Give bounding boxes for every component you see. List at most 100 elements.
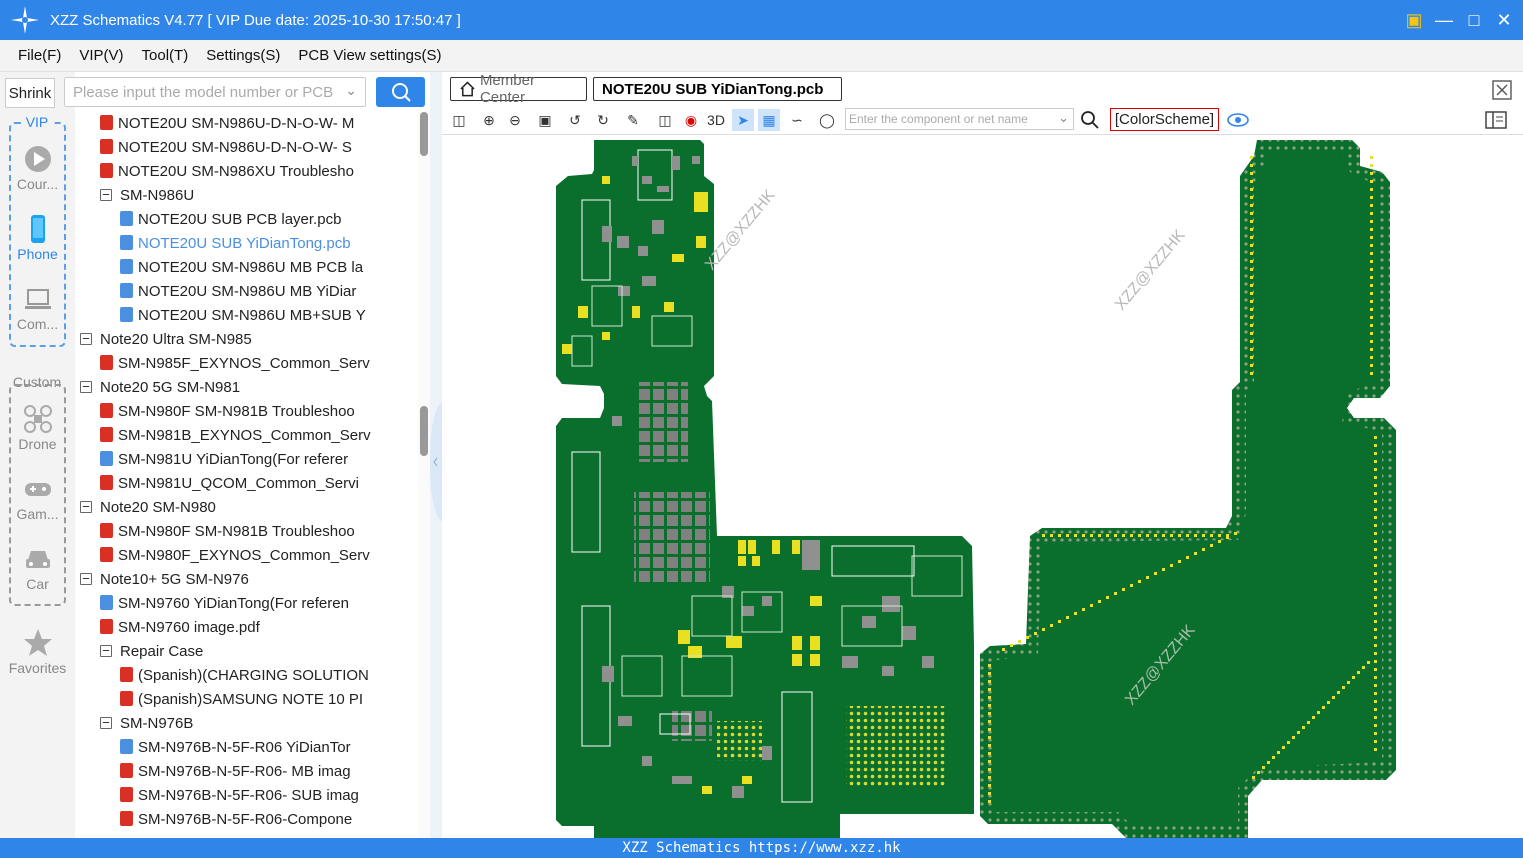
panel-layout-icon[interactable]: ◫ xyxy=(448,109,470,131)
shrink-button[interactable]: Shrink xyxy=(5,78,55,108)
tree-folder[interactable]: Note10+ 5G SM-N976 xyxy=(80,568,418,592)
tree-file-item[interactable]: SM-N981U YiDianTong(For referer xyxy=(100,448,418,472)
pcb-file-icon xyxy=(120,283,133,298)
tree-folder[interactable]: Repair Case xyxy=(100,640,418,664)
tree-file-item[interactable]: SM-N976B-N-5F-R06-Compone xyxy=(120,808,418,832)
pcb-edge-via xyxy=(1370,196,1373,199)
pin-arrow-icon[interactable]: ➤ xyxy=(732,109,754,131)
model-search-input[interactable] xyxy=(65,78,335,106)
nav-games[interactable]: Gam... xyxy=(0,474,75,522)
tab-pcb-file[interactable]: NOTE20U SUB YiDianTong.pcb xyxy=(593,77,842,101)
close-tab-icon[interactable] xyxy=(1492,80,1512,100)
fit-view-icon[interactable]: ▣ xyxy=(534,109,556,131)
zoom-out-icon[interactable]: ⊖ xyxy=(504,109,526,131)
chevron-down-icon[interactable]: ⌄ xyxy=(345,82,357,99)
tree-file-item[interactable]: NOTE20U SM-N986U-D-N-O-W- S xyxy=(100,136,418,160)
tree-file-item[interactable]: SM-N980F SM-N981B Troubleshoo xyxy=(100,400,418,424)
tree-file-item[interactable]: NOTE20U SUB YiDianTong.pcb xyxy=(120,232,418,256)
eye-icon[interactable] xyxy=(1227,111,1249,129)
search-button[interactable] xyxy=(376,77,425,107)
paint-brush-icon[interactable]: ✎ xyxy=(622,109,644,131)
side-panel-icon[interactable] xyxy=(1485,111,1507,129)
tree-file-item[interactable]: NOTE20U SM-N986U MB PCB la xyxy=(120,256,418,280)
pcb-edge-via xyxy=(1370,260,1373,263)
pdf-file-icon xyxy=(100,475,113,490)
tree-item-label: NOTE20U SUB YiDianTong.pcb xyxy=(138,235,351,252)
tree-file-item[interactable]: SM-N976B-N-5F-R06 YiDianTor xyxy=(120,736,418,760)
layer-toggle-icon[interactable]: ▦ xyxy=(758,109,780,131)
tree-file-item[interactable]: SM-N976B-N-5F-R06- MB imag xyxy=(120,760,418,784)
vip-bag-icon[interactable]: ▣ xyxy=(1405,10,1423,31)
pcb-edge-via xyxy=(1186,534,1189,537)
nav-drone[interactable]: Drone xyxy=(0,404,75,452)
tree-file-item[interactable]: SM-N976B-N-5F-R06- SUB imag xyxy=(120,784,418,808)
panel-splitter[interactable] xyxy=(430,72,442,838)
tree-file-item[interactable]: SM-N980F_EXYNOS_Common_Serv xyxy=(100,544,418,568)
trace-tool-icon[interactable]: ∽ xyxy=(786,109,808,131)
tree-scroll-thumb-top[interactable] xyxy=(420,112,428,156)
pcb-canvas[interactable]: XZZ@XZZHK XZZ@XZZHK XZZ@XZZHK xyxy=(442,136,1523,838)
tree-file-item[interactable]: SM-N981B_EXYNOS_Common_Serv xyxy=(100,424,418,448)
tree-scrollbar[interactable] xyxy=(418,112,430,838)
tree-file-item[interactable]: SM-N980F SM-N981B Troubleshoo xyxy=(100,520,418,544)
tree-file-item[interactable]: NOTE20U SUB PCB layer.pcb xyxy=(120,208,418,232)
tree-file-item[interactable]: NOTE20U SM-N986U MB YiDiar xyxy=(120,280,418,304)
tree-file-item[interactable]: SM-N981U_QCOM_Common_Servi xyxy=(100,472,418,496)
collapse-toggle-icon[interactable] xyxy=(80,573,92,585)
nav-car-label: Car xyxy=(26,576,49,592)
collapse-toggle-icon[interactable] xyxy=(100,645,112,657)
close-button[interactable]: ✕ xyxy=(1495,10,1513,31)
rotate-right-icon[interactable]: ↻ xyxy=(592,109,614,131)
highlight-net-icon[interactable]: ◉ xyxy=(680,109,702,131)
nav-car[interactable]: Car xyxy=(0,544,75,592)
tab-member-center[interactable]: Member Center xyxy=(450,72,587,106)
tree-folder[interactable]: Note20 Ultra SM-N985 xyxy=(80,328,418,352)
menu-vip[interactable]: VIP(V) xyxy=(79,47,123,64)
pcb-part xyxy=(657,186,669,192)
view-3d-button[interactable]: 3D xyxy=(704,109,728,131)
menu-file[interactable]: File(F) xyxy=(18,47,61,64)
pdf-file-icon xyxy=(100,403,113,418)
collapse-toggle-icon[interactable] xyxy=(100,717,112,729)
pcb-board-view[interactable]: XZZ@XZZHK XZZ@XZZHK XZZ@XZZHK xyxy=(442,136,1523,838)
nav-computer[interactable]: Com... xyxy=(0,284,75,332)
collapse-toggle-icon[interactable] xyxy=(80,381,92,393)
tree-file-item[interactable]: NOTE20U SM-N986XU Troublesho xyxy=(100,160,418,184)
tree-file-item[interactable]: SM-N985F_EXYNOS_Common_Serv xyxy=(100,352,418,376)
tree-file-item[interactable]: SM-N9760 image.pdf xyxy=(100,616,418,640)
pcb-edge-via xyxy=(988,736,991,739)
pcb-edge-via xyxy=(1374,532,1377,535)
mouse-mode-icon[interactable]: ◯ xyxy=(816,109,838,131)
nav-courses[interactable]: Cour... xyxy=(0,144,75,192)
tree-file-item[interactable]: SM-N9760 YiDianTong(For referen xyxy=(100,592,418,616)
pcb-edge-via xyxy=(1370,292,1373,295)
mirror-icon[interactable]: ◫ xyxy=(654,109,676,131)
minimize-button[interactable]: — xyxy=(1435,10,1453,31)
rotate-left-icon[interactable]: ↺ xyxy=(564,109,586,131)
tree-folder[interactable]: Note20 5G SM-N981 xyxy=(80,376,418,400)
tree-file-item[interactable]: NOTE20U SM-N986U MB+SUB Y xyxy=(120,304,418,328)
tree-folder[interactable]: SM-N976B xyxy=(100,712,418,736)
nav-phone[interactable]: Phone xyxy=(0,214,75,262)
find-icon[interactable] xyxy=(1080,110,1100,130)
tree-folder[interactable]: Note20 SM-N980 xyxy=(80,496,418,520)
menu-tool[interactable]: Tool(T) xyxy=(142,47,189,64)
zoom-in-icon[interactable]: ⊕ xyxy=(478,109,500,131)
tree-file-item[interactable]: (Spanish)SAMSUNG NOTE 10 PI xyxy=(120,688,418,712)
color-scheme-button[interactable]: [ColorScheme] xyxy=(1110,108,1219,131)
tree-scroll-thumb[interactable] xyxy=(420,406,428,456)
tree-file-item[interactable]: NOTE20U SM-N986U-D-N-O-W- M xyxy=(100,112,418,136)
collapse-toggle-icon[interactable] xyxy=(100,189,112,201)
collapse-toggle-icon[interactable] xyxy=(80,501,92,513)
tree-file-item[interactable]: (Spanish)(CHARGING SOLUTION xyxy=(120,664,418,688)
menu-pcb-view-settings[interactable]: PCB View settings(S) xyxy=(298,47,441,64)
component-search-input[interactable] xyxy=(846,109,1046,129)
collapse-toggle-icon[interactable] xyxy=(80,333,92,345)
menu-settings[interactable]: Settings(S) xyxy=(206,47,280,64)
pcb-file-icon xyxy=(120,739,133,754)
pcb-edge-via xyxy=(1374,668,1377,671)
nav-favorites[interactable]: Favorites xyxy=(0,628,75,676)
maximize-button[interactable]: □ xyxy=(1465,10,1483,31)
component-dropdown-icon[interactable]: ⌄ xyxy=(1058,110,1069,126)
tree-folder[interactable]: SM-N986U xyxy=(100,184,418,208)
